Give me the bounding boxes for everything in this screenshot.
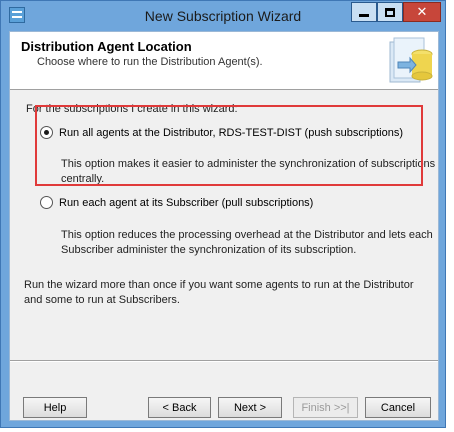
help-button[interactable]: Help: [23, 397, 87, 418]
title-bar[interactable]: New Subscription Wizard ✕: [1, 1, 445, 31]
minimize-button[interactable]: [351, 2, 377, 22]
finish-button[interactable]: Finish >>|: [293, 397, 358, 418]
database-wizard-icon: [389, 37, 433, 83]
next-button[interactable]: Next >: [218, 397, 282, 418]
pull-subscriptions-label[interactable]: Run each agent at its Subscriber (pull s…: [59, 197, 313, 209]
minimize-icon: [359, 13, 369, 17]
page-title: Distribution Agent Location: [21, 39, 192, 54]
pull-subscriptions-radio[interactable]: [40, 196, 53, 209]
maximize-button[interactable]: [377, 2, 403, 22]
group-label: For the subscriptions I create in this w…: [26, 103, 238, 115]
button-separator: [10, 360, 438, 362]
pull-description-line-2: Subscriber administer the synchronizatio…: [61, 244, 357, 256]
push-subscriptions-description: This option makes it easier to administe…: [61, 158, 436, 185]
maximize-icon: [385, 7, 395, 17]
wizard-page: Distribution Agent Location Choose where…: [9, 31, 439, 421]
page-header: Distribution Agent Location Choose where…: [10, 32, 438, 90]
push-subscriptions-label[interactable]: Run all agents at the Distributor, RDS-T…: [59, 127, 403, 139]
push-subscriptions-radio[interactable]: [40, 126, 53, 139]
wizard-note: Run the wizard more than once if you wan…: [24, 279, 414, 306]
close-button[interactable]: ✕: [403, 2, 441, 22]
pull-description-line-1: This option reduces the processing overh…: [61, 229, 433, 241]
wizard-window: New Subscription Wizard ✕ Distribution A…: [0, 0, 446, 428]
page-subtitle: Choose where to run the Distribution Age…: [37, 56, 263, 68]
close-icon: ✕: [416, 4, 428, 20]
back-button[interactable]: < Back: [148, 397, 211, 418]
cancel-button[interactable]: Cancel: [365, 397, 431, 418]
